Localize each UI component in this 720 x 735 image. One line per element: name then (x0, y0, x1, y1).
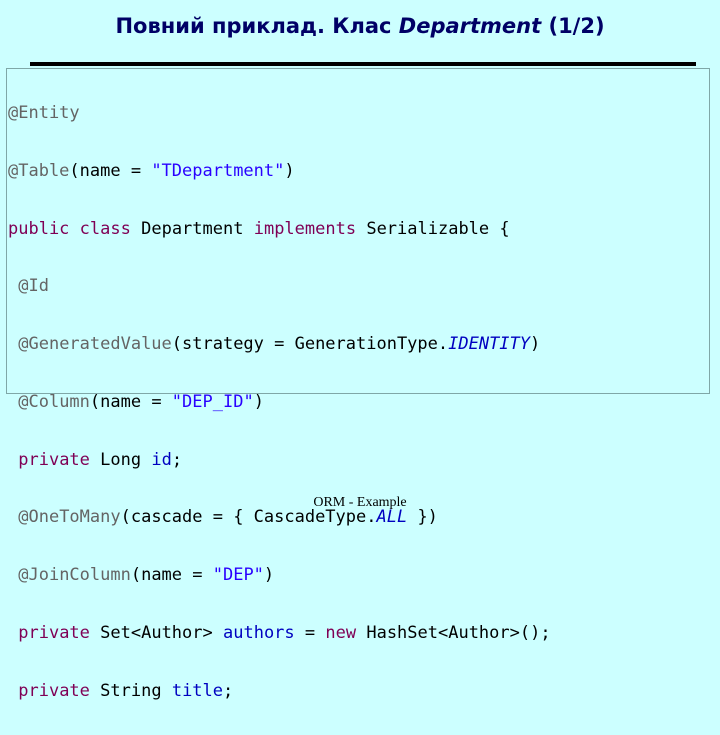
code-token: @Entity (8, 102, 80, 123)
code-token: @Table (8, 160, 70, 181)
code-token: ; (171, 449, 183, 470)
code-token: @JoinColumn (18, 565, 131, 586)
code-token: title (171, 680, 224, 701)
code-line-5: @GeneratedValue(strategy = GenerationTyp… (8, 330, 551, 359)
code-listing: @Entity @Table(name = "TDepartment") pub… (8, 70, 551, 735)
code-token: "DEP_ID" (171, 391, 254, 412)
code-line-2: @Table(name = "TDepartment") (8, 157, 551, 186)
code-token: Serializable { (366, 218, 510, 239)
code-token: implements (253, 218, 357, 239)
title-prefix: Повний приклад. Клас (115, 14, 399, 38)
slide-title: Повний приклад. Клас Department (1/2) (0, 14, 720, 38)
title-underline (30, 62, 696, 66)
code-token: HashSet<Author>(); (366, 623, 551, 644)
code-token: (strategy = GenerationType. (171, 334, 449, 355)
code-token: (name = (69, 160, 152, 181)
code-token: Long (100, 449, 142, 470)
code-token: @GeneratedValue (18, 334, 172, 355)
code-token: @Column (18, 391, 90, 412)
code-token: IDENTITY (448, 334, 531, 355)
title-suffix: (1/2) (541, 14, 605, 38)
code-token: (name = (130, 565, 213, 586)
code-token: private (18, 680, 90, 701)
code-token: private (18, 449, 90, 470)
code-token: Department (141, 218, 244, 239)
code-token: ) (253, 391, 264, 412)
title-class-name: Department (398, 14, 542, 38)
code-token: ) (530, 334, 541, 355)
code-line-4: @Id (8, 272, 551, 301)
code-line-11: private String title; (8, 677, 551, 706)
code-token: String (100, 680, 162, 701)
code-token: id (151, 449, 172, 470)
code-token: ) (263, 565, 275, 586)
code-token: "TDepartment" (151, 160, 285, 181)
code-token: ; (223, 680, 234, 701)
code-token: new (325, 623, 357, 644)
code-token: authors (223, 623, 295, 644)
code-token: (name = (89, 391, 172, 412)
code-token: "DEP" (212, 565, 264, 586)
code-token: public (8, 218, 70, 239)
slide-footer: ORM - Example (313, 495, 407, 510)
code-line-3: public class Department implements Seria… (8, 215, 551, 244)
code-token: private (18, 623, 90, 644)
code-token: ) (284, 160, 295, 181)
code-line-9: @JoinColumn(name = "DEP") (8, 561, 551, 590)
code-line-10: private Set<Author> authors = new HashSe… (8, 619, 551, 648)
code-line-7: private Long id; (8, 446, 551, 475)
code-line-6: @Column(name = "DEP_ID") (8, 388, 551, 417)
code-token: class (79, 218, 131, 239)
code-token: Set<Author> (100, 623, 213, 644)
code-token: = (294, 623, 326, 644)
code-token: @Id (18, 276, 49, 297)
code-line-1: @Entity (8, 99, 551, 128)
